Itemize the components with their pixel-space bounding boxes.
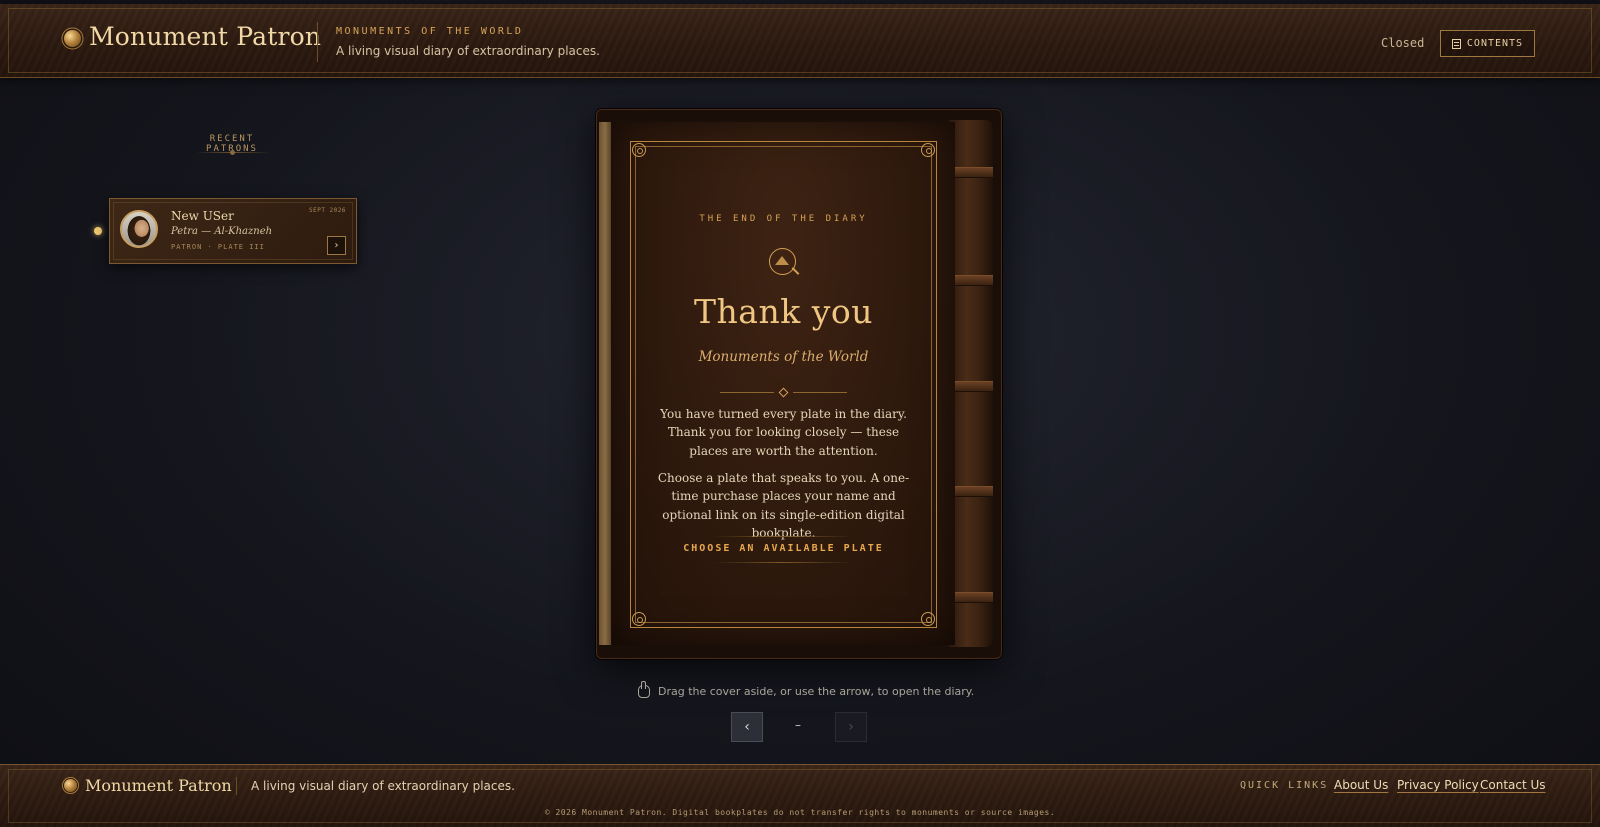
footer-tagline: A living visual diary of extraordinary p… (251, 779, 515, 793)
quick-links-label: QUICK LINKS (1240, 780, 1329, 791)
cta-rule (713, 562, 853, 563)
privacy-policy-link[interactable]: Privacy Policy (1397, 778, 1479, 792)
spine-band (949, 592, 993, 603)
footer-brand-title: Monument Patron (85, 776, 232, 795)
cta-rule (713, 536, 853, 537)
footer-brand[interactable]: Monument Patron (64, 776, 232, 795)
spine-band (949, 486, 993, 497)
avatar (120, 210, 158, 248)
brand-logo-icon (64, 30, 81, 47)
ornament-line (793, 392, 847, 393)
previous-page-button[interactable]: ‹ (731, 712, 763, 742)
corner-ornament-icon (632, 612, 646, 626)
book-icon (1451, 38, 1461, 49)
timeline-dot (94, 227, 102, 235)
chevron-right-icon[interactable]: › (327, 236, 346, 255)
site-header: Monument Patron MONUMENTS OF THE WORLD A… (0, 4, 1600, 78)
site-footer: Monument Patron A living visual diary of… (0, 764, 1600, 827)
hand-pointer-icon (638, 681, 650, 698)
brand-title: Monument Patron (89, 22, 322, 51)
drag-hint: Drag the cover aside, or use the arrow, … (638, 681, 975, 698)
patron-name: New USer (171, 209, 234, 223)
book-spine (949, 120, 993, 647)
patron-meta: PATRON · PLATE III (171, 243, 265, 251)
drag-hint-text: Drag the cover aside, or use the arrow, … (658, 685, 975, 698)
contents-label: CONTENTS (1466, 38, 1524, 49)
ornament-line (720, 392, 774, 393)
header-divider (317, 22, 318, 62)
heading-rule-dot (230, 150, 235, 155)
brand[interactable]: Monument Patron (64, 22, 321, 51)
next-page-button[interactable]: › (835, 712, 867, 742)
spine-band (949, 275, 993, 286)
diary-status: Closed (1381, 36, 1425, 50)
book-page-edges (599, 122, 611, 645)
spine-band (949, 167, 993, 178)
monument-seal-icon (769, 248, 796, 275)
copyright-notice: © 2026 Monument Patron. Digital bookplat… (544, 808, 1056, 817)
spine-band (949, 381, 993, 392)
brand-logo-icon (64, 779, 77, 792)
contents-button[interactable]: CONTENTS (1440, 30, 1535, 57)
corner-ornament-icon (921, 612, 935, 626)
choose-plate-link[interactable]: CHOOSE AN AVAILABLE PLATE (612, 543, 955, 554)
contact-us-link[interactable]: Contact Us (1480, 778, 1546, 792)
corner-ornament-icon (632, 143, 646, 157)
patron-date: SEPT 2026 (308, 207, 346, 214)
about-us-link[interactable]: About Us (1334, 778, 1388, 792)
page-indicator: – (795, 718, 801, 732)
header-kicker: MONUMENTS OF THE WORLD (336, 26, 524, 37)
patron-place: Petra — Al-Khazneh (171, 226, 273, 237)
purchase-paragraph: Choose a plate that speaks to you. A one… (657, 471, 910, 540)
diary-subtitle: Monuments of the World (698, 349, 869, 365)
corner-ornament-icon (921, 143, 935, 157)
patron-card[interactable]: New USer Petra — Al-Khazneh PATRON · PLA… (109, 198, 357, 264)
header-tagline: A living visual diary of extraordinary p… (336, 44, 600, 58)
thank-you-title: Thank you (694, 292, 873, 331)
thank-you-paragraph: You have turned every plate in the diary… (660, 407, 907, 458)
footer-divider (236, 777, 237, 795)
end-kicker: THE END OF THE DIARY (699, 214, 868, 224)
